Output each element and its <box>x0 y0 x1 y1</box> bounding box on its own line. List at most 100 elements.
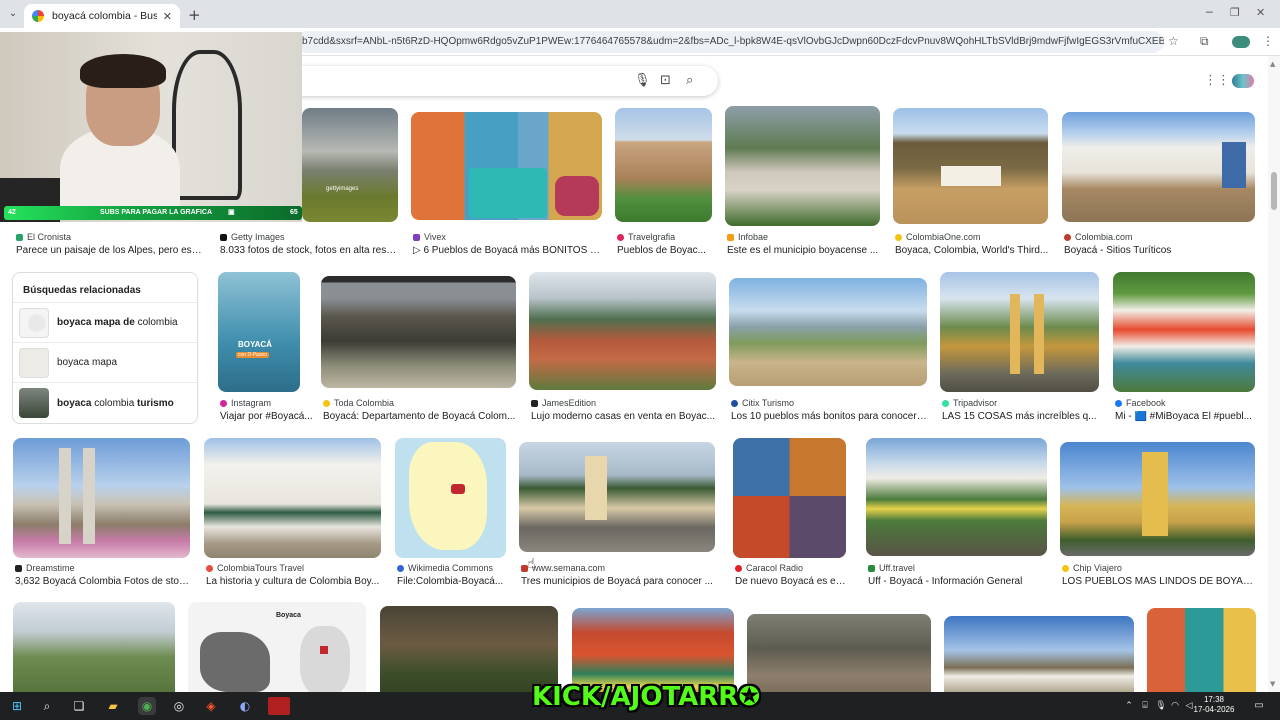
scroll-up-icon[interactable]: ▲ <box>1270 60 1275 68</box>
result-caption: Mi - 🟦 #MiBoyaca El #puebl... <box>1115 411 1252 422</box>
address-bar-url: b7cdd&sxsrf=ANbL-n5t6RzD-HQOpmw6Rdgo5vZu… <box>302 36 1164 47</box>
related-search-item[interactable]: boyaca colombia turismo <box>13 383 197 423</box>
site-favicon-icon <box>1064 233 1071 241</box>
result-image[interactable] <box>1113 272 1255 392</box>
new-tab-button[interactable]: + <box>188 6 201 24</box>
profile-icon[interactable] <box>1232 36 1250 48</box>
result-image[interactable] <box>13 438 190 558</box>
extensions-icon[interactable]: ⧉ <box>1200 34 1209 49</box>
minimize-icon[interactable]: ─ <box>1206 6 1213 19</box>
result-caption: File:Colombia-Boyacá... <box>397 576 504 587</box>
search-input[interactable]: 🎙 ⊡ ⌕ <box>286 66 718 96</box>
related-search-item[interactable]: boyaca mapa de colombia <box>13 303 197 343</box>
result-image[interactable] <box>725 106 880 226</box>
result-image[interactable] <box>13 602 175 692</box>
result-image[interactable] <box>747 614 931 692</box>
related-thumb <box>19 307 49 338</box>
result-image[interactable] <box>615 108 712 222</box>
result-source: www.semana.com <box>532 563 606 573</box>
stream-app-taskbar-icon[interactable] <box>268 697 290 715</box>
notification-icon[interactable]: ▭ <box>1250 697 1268 715</box>
site-favicon-icon <box>731 399 738 407</box>
scroll-down-icon[interactable]: ▼ <box>1270 680 1275 688</box>
result-image[interactable] <box>411 112 602 220</box>
result-caption: 8.033 fotos de stock, fotos en alta reso… <box>220 245 398 256</box>
discord-taskbar-icon[interactable]: ◐ <box>236 697 254 715</box>
result-image[interactable] <box>321 276 516 388</box>
result-caption: LAS 15 COSAS más increíbles q... <box>942 411 1097 422</box>
result-image[interactable] <box>729 278 927 386</box>
site-favicon-icon <box>397 564 404 572</box>
tab-search-icon[interactable]: ⌄ <box>4 5 22 23</box>
clock-date: 17-04-2026 <box>1193 705 1235 714</box>
task-view-icon[interactable]: ❏ <box>70 697 88 715</box>
address-bar[interactable]: b7cdd&sxsrf=ANbL-n5t6RzD-HQOpmw6Rdgo5vZu… <box>296 31 1164 53</box>
result-caption: Viajar por #Boyacá... <box>220 411 313 422</box>
result-image[interactable] <box>395 438 506 558</box>
watermark-text: gettyimages <box>326 186 359 192</box>
result-image[interactable] <box>1147 608 1256 692</box>
result-image[interactable]: BOYACÁ con D-Paseo <box>218 272 300 392</box>
site-favicon-icon <box>220 233 227 241</box>
result-caption: De nuevo Boyacá es el d... <box>735 576 847 587</box>
close-window-icon[interactable]: ✕ <box>1256 6 1265 19</box>
result-source: Travelgrafia <box>628 232 676 242</box>
obs-taskbar-icon[interactable]: ◎ <box>170 697 188 715</box>
search-icon[interactable]: ⌕ <box>686 73 693 88</box>
result-caption: 3,632 Boyacá Colombia Fotos de stoc... <box>15 576 191 587</box>
subs-goal-target: 65 <box>290 209 298 216</box>
scrollbar-thumb[interactable] <box>1271 172 1277 210</box>
taskbar-clock[interactable]: 17:38 17-04-2026 <box>1192 695 1236 715</box>
related-search-item[interactable]: boyaca mapa <box>13 343 197 383</box>
result-image[interactable] <box>519 442 715 552</box>
result-image[interactable] <box>866 438 1047 556</box>
result-image[interactable] <box>1062 112 1255 222</box>
subs-goal-current: 42 <box>8 209 16 216</box>
page-scrollbar[interactable]: ▲ ▼ <box>1268 56 1280 692</box>
result-source: El Cronista <box>27 232 72 242</box>
result-caption: Este es el municipio boyacense ... <box>727 245 879 256</box>
result-image[interactable] <box>572 608 734 692</box>
webcam-overlay: 42 SUBS PARA PAGAR LA GRAFICA ▣ 65 <box>0 32 302 222</box>
result-image[interactable] <box>204 438 381 558</box>
bookmark-star-icon[interactable]: ☆ <box>1168 34 1179 48</box>
result-source: Toda Colombia <box>334 398 395 408</box>
tab-title: boyacá colombia - Buscar con G <box>52 10 157 22</box>
result-caption: Boyacá - Sitios Turíticos <box>1064 245 1172 256</box>
result-image[interactable] <box>733 438 846 558</box>
site-favicon-icon <box>1062 564 1069 572</box>
site-favicon-icon <box>15 564 22 572</box>
windows-start-icon[interactable]: ⊞ <box>8 697 26 715</box>
subs-goal-bar: 42 SUBS PARA PAGAR LA GRAFICA ▣ 65 <box>4 206 302 220</box>
result-image[interactable] <box>940 272 1099 392</box>
site-favicon-icon <box>868 564 875 572</box>
taskbar-search-icon[interactable]: ⌕ <box>38 697 56 715</box>
related-bold: turismo <box>137 397 174 409</box>
close-tab-icon[interactable]: ✕ <box>163 10 172 23</box>
result-source: Wikimedia Commons <box>408 563 494 573</box>
result-image[interactable] <box>380 606 558 692</box>
result-source: Uff.travel <box>879 563 915 573</box>
result-image[interactable]: gettyimages <box>302 108 398 222</box>
file-explorer-icon[interactable]: ▰ <box>104 697 122 715</box>
result-image[interactable] <box>944 616 1134 692</box>
browser-menu-icon[interactable]: ⋮ <box>1262 34 1274 48</box>
result-image[interactable]: Boyaca <box>188 602 366 692</box>
voice-search-icon[interactable]: 🎙 <box>634 73 651 88</box>
chrome-taskbar-icon[interactable]: ◉ <box>138 697 156 715</box>
result-source: ColombiaTours Travel <box>217 563 305 573</box>
result-caption: Boyaca, Colombia, World's Third... <box>895 245 1049 256</box>
mouse-cursor: ☝ <box>527 556 536 572</box>
result-image[interactable] <box>529 272 716 390</box>
related-thumb <box>19 388 49 418</box>
maximize-icon[interactable]: ❐ <box>1230 6 1240 19</box>
result-caption: Lujo moderno casas en venta en Boyac... <box>531 411 716 422</box>
brave-taskbar-icon[interactable]: ◈ <box>202 697 220 715</box>
avatar[interactable] <box>1232 74 1254 88</box>
result-image[interactable] <box>1060 442 1255 556</box>
lens-search-icon[interactable]: ⊡ <box>660 73 671 88</box>
result-image[interactable] <box>893 108 1048 224</box>
site-favicon-icon <box>617 233 624 241</box>
site-favicon-icon <box>206 564 213 572</box>
tab-active[interactable]: boyacá colombia - Buscar con G ✕ <box>24 4 180 28</box>
